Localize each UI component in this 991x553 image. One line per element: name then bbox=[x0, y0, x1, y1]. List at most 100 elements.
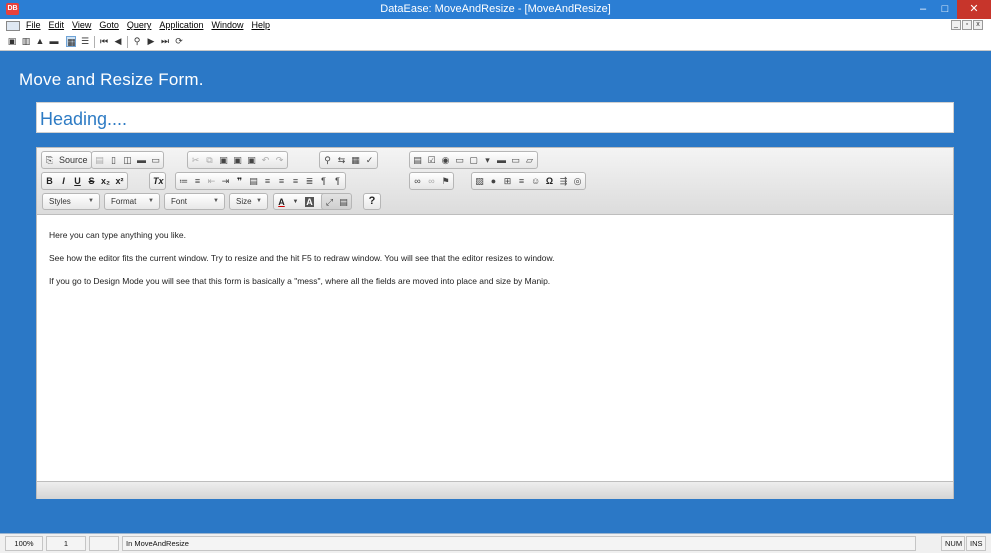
mdi-restore-button[interactable]: ▫ bbox=[962, 20, 972, 30]
anchor-flag-icon[interactable]: ⚑ bbox=[441, 176, 450, 186]
print-icon[interactable]: ▬ bbox=[137, 155, 146, 165]
menu-file[interactable]: File bbox=[26, 20, 41, 30]
save-record-icon[interactable]: ▣ bbox=[7, 36, 17, 47]
heading-field[interactable]: Heading.... bbox=[36, 102, 954, 133]
numbered-list-icon[interactable]: ≔ bbox=[179, 176, 188, 186]
special-char-icon[interactable]: Ω bbox=[545, 176, 554, 186]
textfield-icon[interactable]: ▭ bbox=[455, 155, 464, 165]
form-icon[interactable]: ▤ bbox=[413, 155, 422, 165]
font-dropdown[interactable]: Font ▼ bbox=[164, 193, 225, 210]
div-icon[interactable]: ▤ bbox=[249, 176, 258, 186]
menu-window[interactable]: Window bbox=[211, 20, 243, 30]
replace-icon[interactable]: ⇆ bbox=[337, 155, 346, 165]
preview-icon[interactable]: ◫ bbox=[123, 155, 132, 165]
styles-dropdown[interactable]: Styles ▼ bbox=[42, 193, 100, 210]
editor-content[interactable]: Here you can type anything you like. See… bbox=[49, 230, 929, 299]
form-view-icon[interactable]: ▦ bbox=[66, 36, 76, 47]
table-icon[interactable]: ⊞ bbox=[503, 176, 512, 186]
rtl-icon[interactable]: ¶ bbox=[333, 176, 342, 186]
close-button[interactable]: ✕ bbox=[957, 0, 991, 19]
first-record-icon[interactable]: ⏮ bbox=[99, 36, 109, 47]
menu-bar: File Edit View Goto Query Application Wi… bbox=[0, 19, 991, 33]
find-icon[interactable]: ⚲ bbox=[323, 155, 332, 165]
undo-icon[interactable]: ↶ bbox=[261, 155, 270, 165]
print-icon[interactable]: ▬ bbox=[49, 36, 59, 47]
button-icon[interactable]: ▬ bbox=[497, 155, 506, 165]
smiley-icon[interactable]: ☺ bbox=[531, 176, 540, 186]
paste-word-icon[interactable]: ▣ bbox=[247, 155, 256, 165]
remove-format-button[interactable]: Tx bbox=[153, 176, 164, 186]
size-dropdown[interactable]: Size ▼ bbox=[229, 193, 268, 210]
document-icon[interactable] bbox=[6, 21, 20, 31]
paste-text-icon[interactable]: ▣ bbox=[233, 155, 242, 165]
superscript-button[interactable]: x² bbox=[115, 176, 124, 186]
ltr-icon[interactable]: ¶ bbox=[319, 176, 328, 186]
new-page-icon[interactable]: ▯ bbox=[109, 155, 118, 165]
radio-icon[interactable]: ◉ bbox=[441, 155, 450, 165]
delete-record-icon[interactable]: ▥ bbox=[21, 36, 31, 47]
minimize-button[interactable]: – bbox=[913, 0, 933, 19]
textarea-icon[interactable]: ▢ bbox=[469, 155, 478, 165]
align-justify-icon[interactable]: ≣ bbox=[305, 176, 314, 186]
maximize-button[interactable]: □ bbox=[935, 0, 955, 19]
iframe-icon[interactable]: ◎ bbox=[573, 176, 582, 186]
unlink-icon[interactable]: ∞ bbox=[427, 176, 436, 186]
page-break-icon[interactable]: ⇶ bbox=[559, 176, 568, 186]
mdi-close-button[interactable]: x bbox=[973, 20, 983, 30]
next-record-icon[interactable]: ▶ bbox=[146, 36, 156, 47]
align-center-icon[interactable]: ≡ bbox=[277, 176, 286, 186]
paste-icon[interactable]: ▣ bbox=[219, 155, 228, 165]
menu-edit[interactable]: Edit bbox=[49, 20, 65, 30]
checkbox-icon[interactable]: ☑ bbox=[427, 155, 436, 165]
text-color-button[interactable]: A bbox=[277, 197, 286, 207]
align-left-icon[interactable]: ≡ bbox=[263, 176, 272, 186]
last-record-icon[interactable]: ⏭ bbox=[160, 36, 170, 47]
strikethrough-button[interactable]: S bbox=[87, 176, 96, 186]
search-icon[interactable]: ⚲ bbox=[132, 36, 142, 47]
spellcheck-icon[interactable]: ✓ bbox=[365, 155, 374, 165]
rich-text-editor[interactable]: ⎘ Source ▤ ▯ ◫ ▬ ▭ ✂ ⧉ ▣ ▣ ▣ ↶ ↷ ⚲ ⇆ ▦ ✓… bbox=[36, 147, 954, 499]
menu-view[interactable]: View bbox=[72, 20, 91, 30]
outdent-icon[interactable]: ⇤ bbox=[207, 176, 216, 186]
imagebutton-icon[interactable]: ▭ bbox=[511, 155, 520, 165]
previous-record-icon[interactable]: ◀ bbox=[113, 36, 123, 47]
indent-icon[interactable]: ⇥ bbox=[221, 176, 230, 186]
cut-icon[interactable]: ✂ bbox=[191, 155, 200, 165]
select-icon[interactable]: ▾ bbox=[483, 155, 492, 165]
source-button[interactable]: Source bbox=[59, 155, 88, 165]
menu-query[interactable]: Query bbox=[127, 20, 152, 30]
editor-help-button[interactable]: ? bbox=[363, 193, 381, 210]
horizontal-rule-icon[interactable]: ≡ bbox=[517, 176, 526, 186]
chevron-down-icon[interactable]: ▼ bbox=[291, 197, 300, 207]
align-right-icon[interactable]: ≡ bbox=[291, 176, 300, 186]
link-icon[interactable]: ∞ bbox=[413, 176, 422, 186]
templates-icon[interactable]: ▭ bbox=[151, 155, 160, 165]
subscript-button[interactable]: x₂ bbox=[101, 176, 110, 186]
table-view-icon[interactable]: ☰ bbox=[80, 36, 90, 47]
menu-goto[interactable]: Goto bbox=[99, 20, 119, 30]
source-icon[interactable]: ⎘ bbox=[45, 155, 54, 165]
refresh-icon[interactable]: ⟳ bbox=[174, 36, 184, 47]
menu-help[interactable]: Help bbox=[251, 20, 270, 30]
redo-icon[interactable]: ↷ bbox=[275, 155, 284, 165]
maximize-editor-icon[interactable]: ⤢ bbox=[325, 197, 334, 207]
bg-color-button[interactable]: A bbox=[305, 196, 314, 207]
underline-button[interactable]: U bbox=[73, 176, 82, 186]
image-icon[interactable]: ▨ bbox=[475, 176, 484, 186]
format-dropdown[interactable]: Format ▼ bbox=[104, 193, 160, 210]
document-group: ▤ ▯ ◫ ▬ ▭ bbox=[91, 151, 164, 169]
italic-button[interactable]: I bbox=[59, 176, 68, 186]
mdi-minimize-button[interactable]: _ bbox=[951, 20, 961, 30]
select-all-icon[interactable]: ▦ bbox=[351, 155, 360, 165]
save-icon[interactable]: ▤ bbox=[95, 155, 104, 165]
clipboard-group: ✂ ⧉ ▣ ▣ ▣ ↶ ↷ bbox=[187, 151, 288, 169]
copy-icon[interactable]: ⧉ bbox=[205, 155, 214, 165]
flash-icon[interactable]: ● bbox=[489, 176, 498, 186]
clear-icon[interactable]: ▲ bbox=[35, 36, 45, 47]
bulleted-list-icon[interactable]: ≡ bbox=[193, 176, 202, 186]
menu-application[interactable]: Application bbox=[159, 20, 203, 30]
bold-button[interactable]: B bbox=[45, 176, 54, 186]
show-blocks-icon[interactable]: ▤ bbox=[339, 197, 348, 207]
hiddenfield-icon[interactable]: ▱ bbox=[525, 155, 534, 165]
blockquote-icon[interactable]: ❞ bbox=[235, 176, 244, 186]
